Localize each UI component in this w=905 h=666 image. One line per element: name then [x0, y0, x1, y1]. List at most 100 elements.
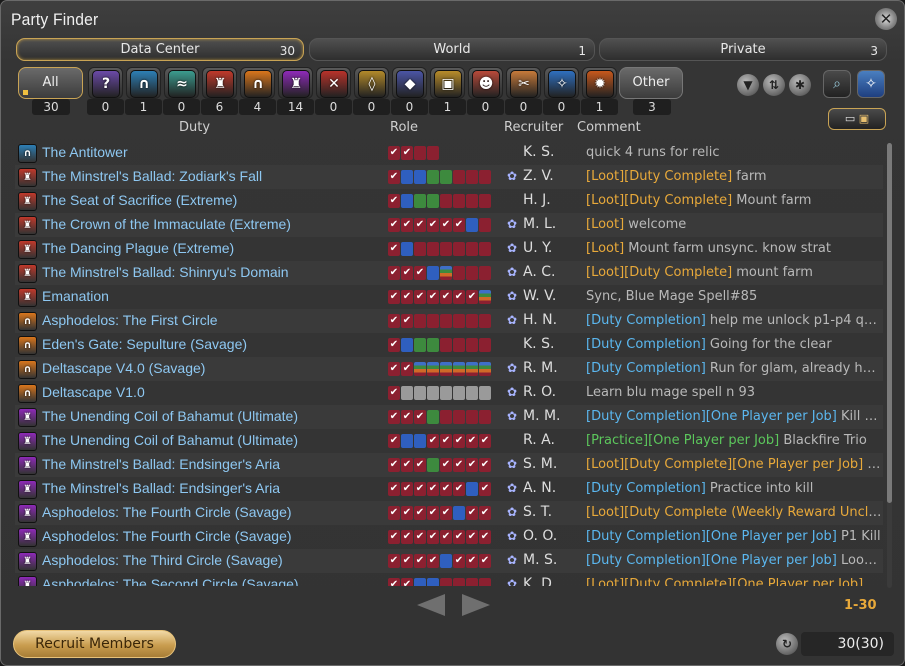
duty-name: The Minstrel's Ballad: Endsinger's Aria [42, 480, 281, 496]
tab-world[interactable]: World 1 [309, 38, 595, 61]
filter-question-button[interactable]: ? [88, 67, 123, 99]
recruiter-name: R. O. [523, 384, 557, 400]
trial-icon: ♜ [18, 288, 37, 307]
recruiter-name: S. M. [523, 456, 558, 472]
open-slot-icon [479, 362, 491, 376]
tab-count: 30 [279, 44, 295, 58]
recruiter: ✿ R. M. [507, 360, 558, 376]
column-header-recruiter: Recruiter [504, 120, 564, 135]
comment-text: welcome [624, 217, 687, 232]
column-header-comment: Comment [577, 120, 641, 135]
scrollbar-thumb[interactable] [887, 143, 892, 503]
open-slot-icon [466, 194, 478, 208]
filled-slot-icon: ✔ [466, 458, 478, 472]
cross-world-icon: ✿ [507, 289, 518, 303]
listing-row[interactable]: ♜ The Unending Coil of Bahamut (Ultimate)… [15, 405, 883, 429]
filter-all-button[interactable]: All [18, 67, 83, 99]
filled-slot-icon: ✔ [479, 458, 491, 472]
open-slot-icon [453, 242, 465, 256]
filter-high-end-button[interactable]: ♜ [278, 67, 313, 99]
filter-gold-saucer-button[interactable]: ◊ [354, 67, 389, 99]
filter-field-operations-button[interactable]: ✧ [544, 67, 579, 99]
sort-icon[interactable]: ⇅ [763, 74, 785, 96]
filled-slot-icon: ✔ [388, 554, 400, 568]
refresh-icon[interactable]: ↻ [776, 633, 798, 655]
tab-private[interactable]: Private 3 [599, 38, 887, 61]
comment-tag: [Loot] [586, 265, 625, 280]
open-slot-icon [479, 194, 491, 208]
close-icon[interactable]: ✕ [875, 8, 897, 30]
open-slot-icon [414, 386, 426, 400]
listing-row[interactable]: ♜ Asphodelos: The Third Circle (Savage) ✔ ✔… [15, 549, 883, 573]
filter-other-button[interactable]: Other [619, 67, 683, 99]
filter-treasure-hunt-button[interactable]: ▣ [430, 67, 465, 99]
listing-row[interactable]: ♜ The Minstrel's Ballad: Endsinger's Aria… [15, 477, 883, 501]
filled-slot-icon: ✔ [466, 434, 478, 448]
listing-row[interactable]: ♜ Asphodelos: The Fourth Circle (Savage) ✔… [15, 525, 883, 549]
listing-row[interactable]: ∩ Eden's Gate: Sepulture (Savage) ✔ K. S. [D… [15, 333, 883, 357]
open-slot-icon [427, 146, 439, 160]
cross-world-icon: ✿ [507, 529, 518, 543]
open-slot-icon [466, 362, 478, 376]
recruit-members-button[interactable]: Recruit Members [13, 630, 176, 658]
prev-page-icon[interactable] [417, 594, 445, 616]
filter-trial-button[interactable]: ♜ [202, 67, 237, 99]
listing-row[interactable]: ♜ The Unending Coil of Bahamut (Ultimate)… [15, 429, 883, 453]
settings-gear-icon[interactable]: ✱ [789, 74, 811, 96]
comment: [Practice][One Player per Job] Blackfire… [586, 433, 882, 448]
party-finder-icon[interactable]: ✧ [857, 70, 885, 98]
listing-row[interactable]: ♜ The Minstrel's Ballad: Endsinger's Aria… [15, 453, 883, 477]
filter-deep-dungeon-button[interactable]: ✂ [506, 67, 541, 99]
next-page-icon[interactable] [462, 594, 490, 616]
listing-row[interactable]: ∩ Asphodelos: The First Circle ✔ ✔ ✿ H. N. [Du… [15, 309, 883, 333]
view-toggle[interactable]: ▭ ▣ [828, 108, 886, 130]
listing-row[interactable]: ♜ Emanation ✔ ✔ ✔ ✔ ✔ ✔ ✔ ✿ W. V. Sync, Blue Mage … [15, 285, 883, 309]
filled-slot-icon: ✔ [414, 266, 426, 280]
open-slot-icon [414, 578, 426, 586]
duty-name: The Minstrel's Ballad: Zodiark's Fall [42, 168, 263, 184]
filter-fates-button[interactable]: ☻ [468, 67, 503, 99]
filter-raid-button[interactable]: ∩ [240, 67, 275, 99]
listing-row[interactable]: ∩ Deltascape V1.0 ✔ ✿ R. O. Learn blu mage s… [15, 381, 883, 405]
listing-row[interactable]: ♜ The Seat of Sacrifice (Extreme) ✔ H. J. [L… [15, 189, 883, 213]
open-slot-icon [427, 266, 439, 280]
filter-icon[interactable]: ▼ [737, 74, 759, 96]
filter-dungeon-button[interactable]: ∩ [126, 67, 161, 99]
recruiter-name: R. A. [523, 432, 555, 448]
comment-text: Kill att... [841, 409, 882, 424]
filled-slot-icon: ✔ [479, 554, 491, 568]
role-slots: ✔ ✔ ✔ ✔ ✔ ✔ ✔ [388, 506, 491, 521]
tab-data-center[interactable]: Data Center 30 [16, 38, 304, 61]
listing-row[interactable]: ♜ The Minstrel's Ballad: Shinryu's Domain… [15, 261, 883, 285]
listing-row[interactable]: ♜ The Minstrel's Ballad: Zodiark's Fall ✔ ✿… [15, 165, 883, 189]
search-list-icon[interactable]: ⌕ [823, 70, 851, 98]
listing-row[interactable]: ♜ The Dancing Plague (Extreme) ✔ ✿ U. Y. [Loo… [15, 237, 883, 261]
scrollbar[interactable] [887, 143, 892, 588]
list-view-icon[interactable]: ▭ [845, 112, 855, 125]
listing-row[interactable]: ♜ Asphodelos: The Fourth Circle (Savage) ✔… [15, 501, 883, 525]
listing-row[interactable]: ♜ The Crown of the Immaculate (Extreme) ✔ ✔… [15, 213, 883, 237]
filled-slot-icon: ✔ [401, 410, 413, 424]
filled-slot-icon: ✔ [479, 506, 491, 520]
role-slots: ✔ ✔ ✔ [388, 266, 491, 281]
high-end-icon: ♜ [18, 576, 37, 586]
comment-tag: [Duty Completion] [586, 337, 706, 352]
role-slots: ✔ [388, 386, 491, 401]
listing-row[interactable]: ∩ The Antitower ✔ ✔ K. S. quick 4 runs for re… [15, 141, 883, 165]
filter-hunts-button[interactable]: ◆ [392, 67, 427, 99]
open-slot-icon [466, 410, 478, 424]
filter-pvp-button[interactable]: ✕ [316, 67, 351, 99]
filter-variant-button[interactable]: ✹ [582, 67, 617, 99]
duty-name: Asphodelos: The Third Circle (Savage) [42, 552, 283, 568]
open-slot-icon [414, 146, 426, 160]
comment-text: Run for glam, already have... [705, 361, 882, 376]
comment: [Duty Completion] help me unlock p1-p4 q… [586, 313, 882, 328]
duty-name: Asphodelos: The Fourth Circle (Savage) [42, 504, 292, 520]
open-slot-icon [427, 314, 439, 328]
filter-guildhest-button[interactable]: ≈ [164, 67, 199, 99]
comment-tag: [One Player per Job] [705, 529, 837, 544]
listing-row[interactable]: ∩ Deltascape V4.0 (Savage) ✔ ✔ ✿ R. M. [Duty C… [15, 357, 883, 381]
open-slot-icon [427, 362, 439, 376]
listing-row[interactable]: ♜ Asphodelos: The Second Circle (Savage) ✔… [15, 573, 883, 586]
detail-view-icon[interactable]: ▣ [859, 112, 869, 125]
